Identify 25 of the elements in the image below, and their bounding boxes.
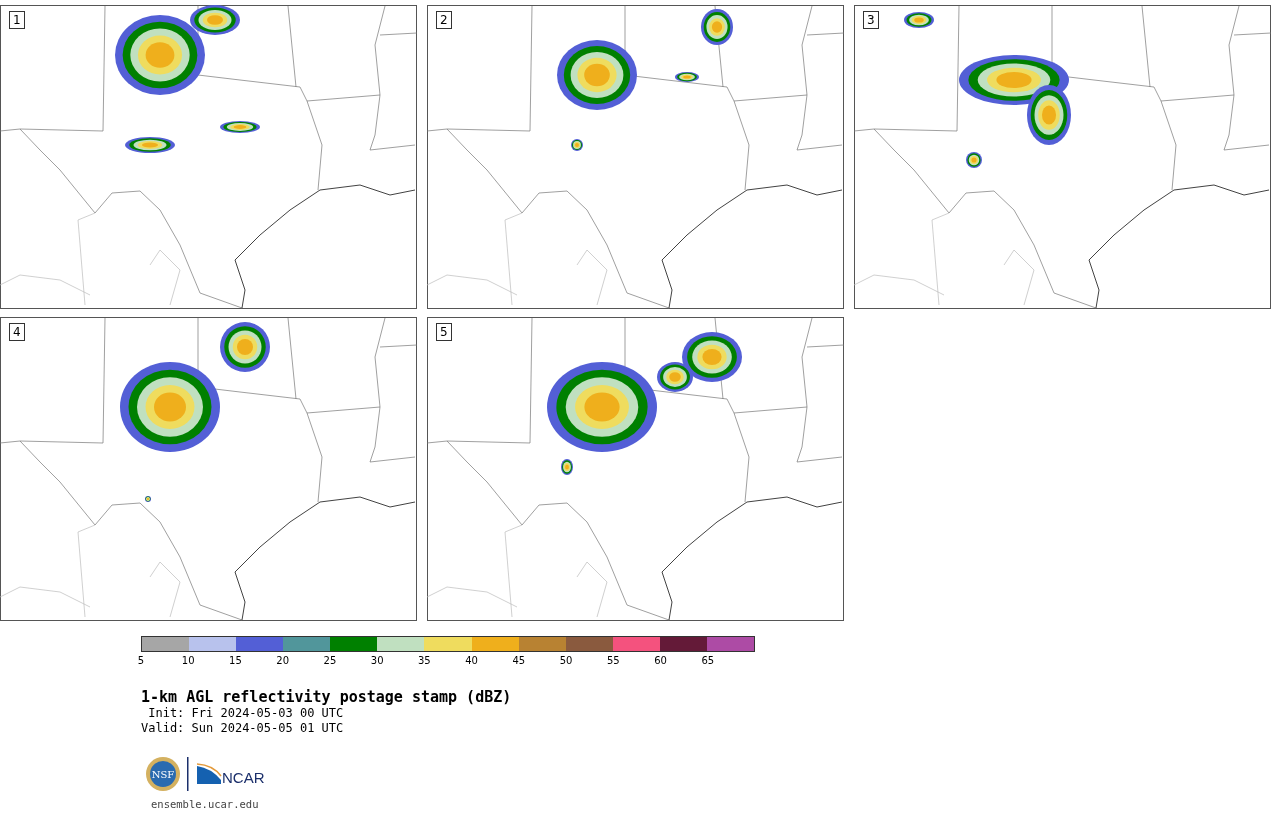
tick-label: 20 <box>276 655 290 666</box>
tick-label: 15 <box>229 655 242 666</box>
tick-label: 65 <box>701 655 715 666</box>
tick-label: 60 <box>654 655 667 666</box>
panel-number: 4 <box>9 323 25 341</box>
panel-number: 3 <box>863 11 879 29</box>
valid-time: Valid: Sun 2024-05-05 01 UTC <box>141 721 345 736</box>
chart-title: 1-km AGL reflectivity postage stamp (dBZ) <box>141 688 513 706</box>
tick-label: 35 <box>418 655 431 666</box>
tick-label: 55 <box>606 655 620 666</box>
logo-divider <box>187 757 189 791</box>
panel-number: 5 <box>436 323 452 341</box>
init-time: Init: Fri 2024-05-03 00 UTC <box>147 706 345 721</box>
nsf-logo: NSF <box>145 756 181 792</box>
tick-label: 40 <box>465 655 478 666</box>
panel-number: 2 <box>436 11 452 29</box>
tick-label: 25 <box>323 655 337 666</box>
tick-label: 50 <box>559 655 573 666</box>
tick-label: 45 <box>512 655 526 666</box>
website-url: ensemble.ucar.edu <box>151 798 260 810</box>
tick-label: 5 <box>137 655 145 666</box>
tick-label: 10 <box>181 655 195 666</box>
tick-label: 30 <box>370 655 384 666</box>
panel-number: 1 <box>9 11 25 29</box>
ncar-logo: NCAR <box>195 762 271 786</box>
